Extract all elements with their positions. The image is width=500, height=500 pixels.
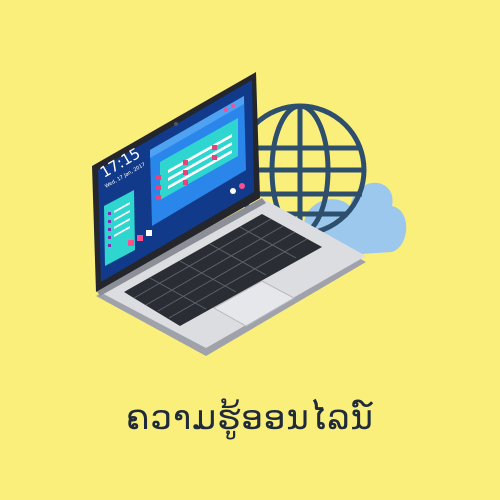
- caption-title: ຄວາມຮູ້ອອນໄລນ໌: [126, 398, 374, 438]
- dock-app-icon[interactable]: [230, 188, 236, 194]
- dock-app-icon[interactable]: [137, 235, 143, 241]
- dock-app-icon[interactable]: [146, 230, 152, 236]
- dock-app-icon[interactable]: [128, 240, 134, 246]
- dock-app-icon[interactable]: [239, 183, 245, 189]
- webcam: [174, 122, 178, 126]
